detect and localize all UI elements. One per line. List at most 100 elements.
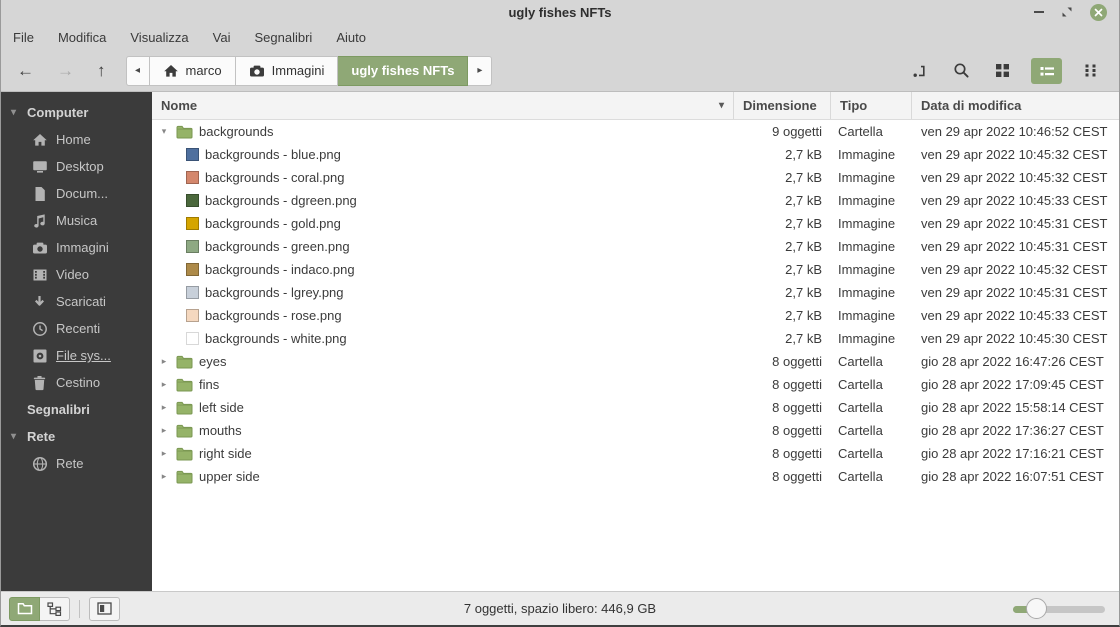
forward-icon[interactable]: → bbox=[57, 62, 74, 79]
sidebar-item-immagini[interactable]: Immagini bbox=[1, 234, 152, 261]
table-row[interactable]: ▸ upper side 8 oggetti Cartella gio 28 apr 2… bbox=[152, 465, 1119, 488]
column-header-nome[interactable]: Nome ▾ bbox=[152, 92, 734, 119]
image-thumbnail bbox=[186, 171, 199, 184]
main-area: ▾ Computer Home Desktop Docum... Musica Immagi… bbox=[1, 92, 1119, 591]
hide-sidebar-button[interactable] bbox=[89, 596, 120, 621]
window-title: ugly fishes NFTs bbox=[508, 4, 612, 20]
folder-icon bbox=[176, 355, 193, 369]
sidebar-item-recenti[interactable]: Recenti bbox=[1, 315, 152, 342]
maximize-icon[interactable] bbox=[1061, 6, 1073, 18]
sidebar-item-cestino[interactable]: Cestino bbox=[1, 369, 152, 396]
minimize-icon[interactable] bbox=[1034, 11, 1044, 13]
table-row[interactable]: ▸ eyes 8 oggetti Cartella gio 28 apr 2022 16… bbox=[152, 350, 1119, 373]
expand-expander-icon[interactable]: ▸ bbox=[158, 379, 170, 390]
image-thumbnail bbox=[186, 309, 199, 322]
cell-date: ven 29 apr 2022 10:45:31 CEST bbox=[921, 239, 1108, 254]
column-header-tipo[interactable]: Tipo bbox=[831, 92, 912, 119]
file-name: backgrounds bbox=[199, 124, 274, 139]
menu-file[interactable]: File bbox=[13, 30, 34, 45]
expand-expander-icon[interactable]: ▸ bbox=[158, 402, 170, 413]
statusbar-separator bbox=[79, 599, 80, 618]
file-name: right side bbox=[199, 446, 252, 461]
compact-view-icon[interactable] bbox=[1079, 58, 1103, 84]
sidebar-item-file-sys[interactable]: File sys... bbox=[1, 342, 152, 369]
cell-size: 8 oggetti bbox=[772, 423, 822, 438]
table-row[interactable]: backgrounds - blue.png 2,7 kB Immagine ven … bbox=[152, 143, 1119, 166]
grid-view-icon[interactable] bbox=[990, 58, 1014, 84]
video-icon bbox=[31, 266, 48, 283]
cell-name: backgrounds - gold.png bbox=[152, 216, 734, 231]
column-header-dimensione[interactable]: Dimensione bbox=[734, 92, 831, 119]
collapse-expander-icon[interactable]: ▾ bbox=[158, 126, 170, 137]
table-row[interactable]: ▸ left side 8 oggetti Cartella gio 28 apr 20… bbox=[152, 396, 1119, 419]
table-row[interactable]: backgrounds - lgrey.png 2,7 kB Immagine ven… bbox=[152, 281, 1119, 304]
zoom-slider-handle[interactable] bbox=[1026, 597, 1047, 619]
breadcrumb-ugly-fishes-nfts[interactable]: ugly fishes NFTs bbox=[338, 55, 469, 86]
expand-expander-icon[interactable]: ▸ bbox=[158, 448, 170, 459]
sidebar-item-desktop[interactable]: Desktop bbox=[1, 153, 152, 180]
table-row[interactable]: backgrounds - green.png 2,7 kB Immagine ven… bbox=[152, 235, 1119, 258]
sidebar-item-scaricati[interactable]: Scaricati bbox=[1, 288, 152, 315]
treeview-toggle-button[interactable] bbox=[39, 596, 70, 621]
sidebar-item-video[interactable]: Video bbox=[1, 261, 152, 288]
table-row[interactable]: ▸ fins 8 oggetti Cartella gio 28 apr 2022 17… bbox=[152, 373, 1119, 396]
file-rows: ▾ backgrounds 9 oggetti Cartella ven 29 apr … bbox=[152, 120, 1119, 591]
table-row[interactable]: backgrounds - indaco.png 2,7 kB Immagine ve… bbox=[152, 258, 1119, 281]
trash-icon bbox=[31, 374, 48, 391]
table-row[interactable]: ▸ right side 8 oggetti Cartella gio 28 apr 2… bbox=[152, 442, 1119, 465]
up-icon[interactable]: ↑ bbox=[97, 62, 106, 79]
table-row[interactable]: backgrounds - white.png 2,7 kB Immagine ven… bbox=[152, 327, 1119, 350]
column-label: Data di modifica bbox=[921, 98, 1022, 113]
sidebar-section-rete[interactable]: ▾ Rete bbox=[1, 423, 152, 450]
clock-icon bbox=[31, 320, 48, 337]
breadcrumb-marco[interactable]: marco bbox=[149, 55, 236, 86]
sidebar-item-docum[interactable]: Docum... bbox=[1, 180, 152, 207]
file-name: left side bbox=[199, 400, 244, 415]
list-header: Nome ▾ Dimensione Tipo Data di modifica bbox=[152, 92, 1119, 120]
menu-visualizza[interactable]: Visualizza bbox=[130, 30, 188, 45]
menu-modifica[interactable]: Modifica bbox=[58, 30, 106, 45]
cell-date: ven 29 apr 2022 10:45:32 CEST bbox=[921, 170, 1108, 185]
image-thumbnail bbox=[186, 194, 199, 207]
sidebar: ▾ Computer Home Desktop Docum... Musica Immagi… bbox=[1, 92, 152, 591]
cell-name: ▸ fins bbox=[152, 377, 734, 392]
table-row[interactable]: backgrounds - gold.png 2,7 kB Immagine ven … bbox=[152, 212, 1119, 235]
column-label: Dimensione bbox=[743, 98, 817, 113]
table-row[interactable]: backgrounds - rose.png 2,7 kB Immagine ven … bbox=[152, 304, 1119, 327]
cell-date: gio 28 apr 2022 16:47:26 CEST bbox=[921, 354, 1104, 369]
cell-date: ven 29 apr 2022 10:45:33 CEST bbox=[921, 193, 1108, 208]
menu-aiuto[interactable]: Aiuto bbox=[336, 30, 366, 45]
menu-segnalibri[interactable]: Segnalibri bbox=[255, 30, 313, 45]
section-expander-icon: ▾ bbox=[10, 431, 17, 442]
menu-vai[interactable]: Vai bbox=[213, 30, 231, 45]
sidebar-section-computer[interactable]: ▾ Computer bbox=[1, 99, 152, 126]
sidebar-item-musica[interactable]: Musica bbox=[1, 207, 152, 234]
sidebar-item-rete[interactable]: Rete bbox=[1, 450, 152, 477]
close-icon[interactable] bbox=[1090, 3, 1107, 21]
table-row[interactable]: backgrounds - dgreen.png 2,7 kB Immagine ve… bbox=[152, 189, 1119, 212]
list-view-icon[interactable] bbox=[1031, 57, 1062, 84]
back-icon[interactable]: ← bbox=[17, 62, 34, 79]
section-label: Segnalibri bbox=[27, 402, 90, 417]
edit-location-icon[interactable] bbox=[908, 58, 932, 84]
cell-type: Immagine bbox=[838, 239, 896, 254]
section-label: Computer bbox=[27, 105, 89, 120]
zoom-slider[interactable] bbox=[1013, 597, 1105, 620]
table-row[interactable]: ▾ backgrounds 9 oggetti Cartella ven 29 apr … bbox=[152, 120, 1119, 143]
column-header-data[interactable]: Data di modifica bbox=[912, 92, 1119, 119]
toolbar-view-controls bbox=[908, 57, 1119, 84]
download-icon bbox=[31, 293, 48, 310]
breadcrumb-scroll-right[interactable]: ▸ bbox=[468, 55, 493, 86]
search-icon[interactable] bbox=[949, 58, 973, 84]
places-toggle-button[interactable] bbox=[9, 596, 40, 621]
expand-expander-icon[interactable]: ▸ bbox=[158, 471, 170, 482]
expand-expander-icon[interactable]: ▸ bbox=[158, 356, 170, 367]
table-row[interactable]: backgrounds - coral.png 2,7 kB Immagine ven… bbox=[152, 166, 1119, 189]
breadcrumb-scroll-left[interactable]: ◂ bbox=[125, 55, 150, 86]
cell-size: 8 oggetti bbox=[772, 446, 822, 461]
table-row[interactable]: ▸ mouths 8 oggetti Cartella gio 28 apr 2022 … bbox=[152, 419, 1119, 442]
breadcrumb-immagini[interactable]: Immagini bbox=[235, 55, 339, 86]
expand-expander-icon[interactable]: ▸ bbox=[158, 425, 170, 436]
cell-type: Cartella bbox=[838, 423, 883, 438]
sidebar-item-home[interactable]: Home bbox=[1, 126, 152, 153]
